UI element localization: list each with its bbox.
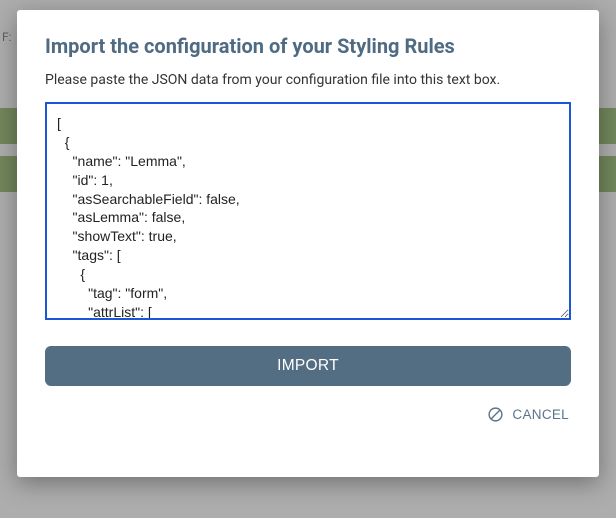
dialog-title: Import the configuration of your Styling…: [45, 34, 571, 58]
cancel-label: CANCEL: [512, 407, 569, 422]
dialog-instruction: Please paste the JSON data from your con…: [45, 72, 571, 88]
dialog-footer: CANCEL: [45, 402, 571, 427]
import-config-dialog: Import the configuration of your Styling…: [17, 10, 599, 477]
cancel-icon: [487, 406, 504, 423]
json-config-textarea[interactable]: [45, 102, 571, 320]
cancel-button[interactable]: CANCEL: [485, 402, 571, 427]
import-button[interactable]: IMPORT: [45, 346, 571, 386]
